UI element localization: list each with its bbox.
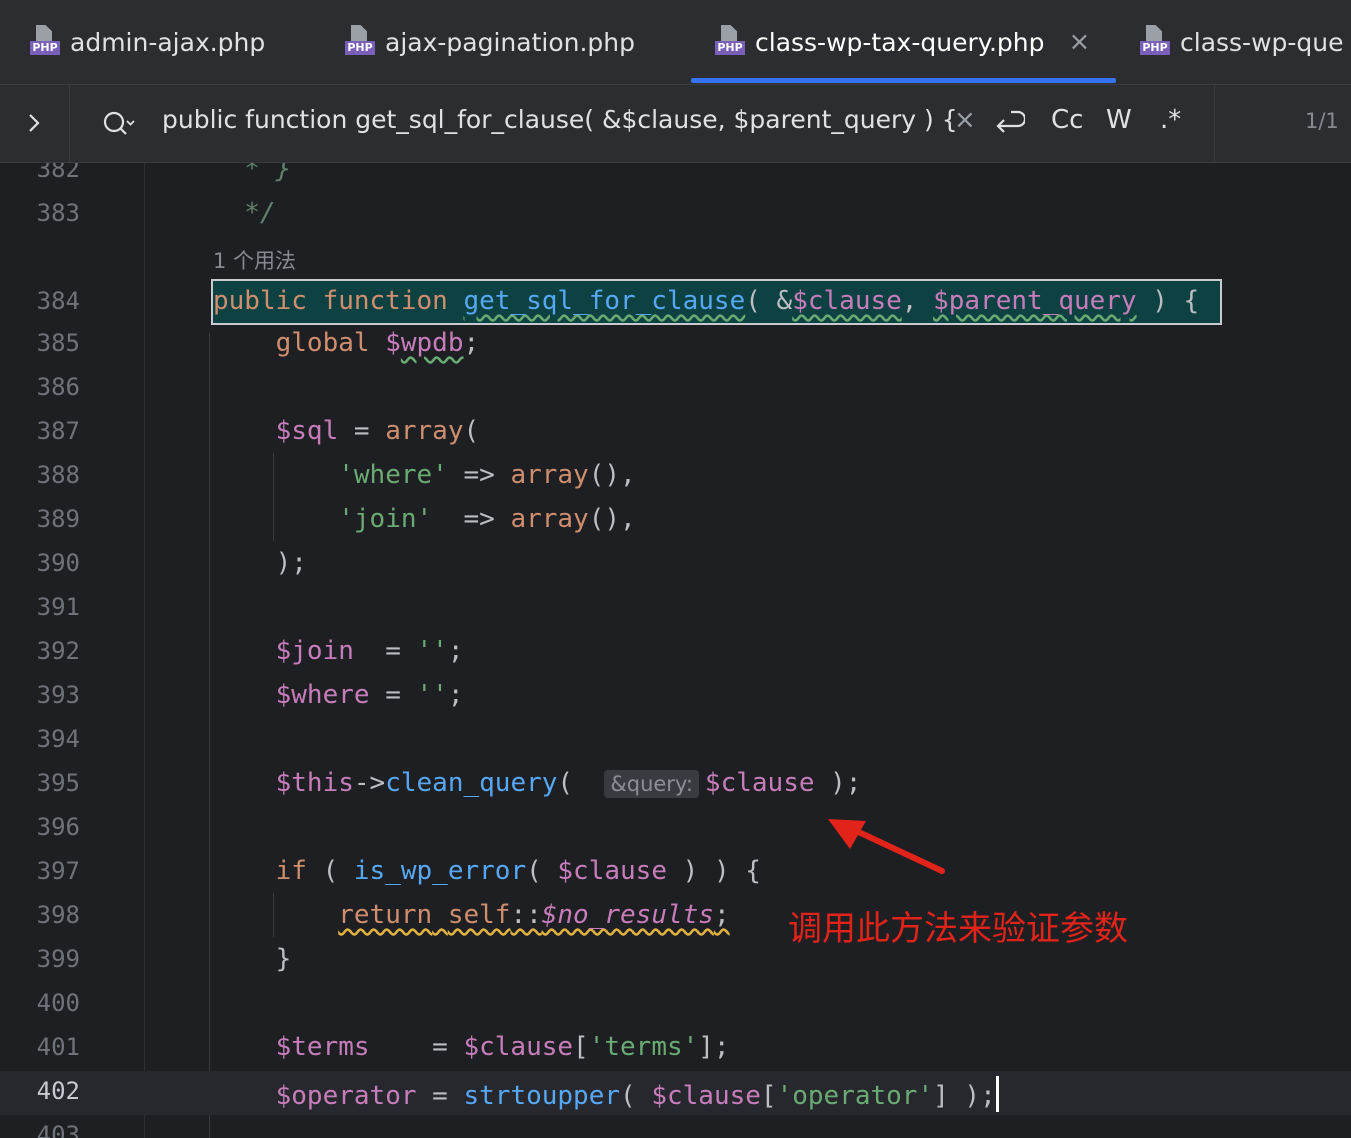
code-text: $operator = strtoupper( $clause['operato… [213,1076,999,1112]
code-line[interactable]: 391 [0,587,1351,631]
usage-hint-line[interactable]: 1 个用法 [0,237,1351,281]
code-text: $this->clean_query( &query: $clause ); [275,768,862,798]
tab-admin-ajax[interactable]: PHP admin-ajax.php [30,0,265,84]
usage-hint[interactable]: 1 个用法 [213,245,296,275]
code-line[interactable]: 392 $join = ''; [0,631,1351,675]
code-text: public function get_sql_for_clause( &$cl… [213,286,1200,316]
match-case-button[interactable]: Cc [1051,105,1083,135]
line-number: 385 [36,329,80,357]
line-number: 382 [36,163,80,183]
code-line[interactable]: 399 } [0,939,1351,983]
code-text: if ( is_wp_error( $clause ) ) { [275,856,761,886]
code-text: 'where' => array(), [338,460,636,490]
line-number: 400 [36,989,80,1017]
annotation-arrow-icon [828,819,945,874]
line-number: 401 [36,1033,80,1061]
tab-label: admin-ajax.php [70,27,266,57]
tab-class-wp-query[interactable]: PHP class-wp-que [1140,0,1344,84]
code-line[interactable]: 401 $terms = $clause['terms']; [0,1027,1351,1071]
code-text: ); [213,548,307,578]
code-text: $sql = array( [275,416,480,446]
close-icon[interactable]: × [1069,27,1091,57]
line-number: 398 [36,901,80,929]
line-number: 399 [36,945,80,973]
code-line[interactable]: 390 ); [0,543,1351,587]
line-number: 384 [36,287,80,315]
tab-label: ajax-pagination.php [385,27,635,57]
php-file-icon: PHP [1140,25,1172,59]
line-number: 402 [36,1077,80,1105]
code-line[interactable]: 387 $sql = array( [0,411,1351,455]
code-text: $terms = $clause['terms']; [275,1032,730,1062]
line-number: 396 [36,813,80,841]
newline-icon[interactable] [993,105,1027,144]
search-icon[interactable] [100,107,140,141]
divider [1214,85,1215,162]
tab-label: class-wp-que [1180,27,1344,57]
code-editor[interactable]: 382 * } 383 */ 1 个用法 384 public function… [0,163,1351,1138]
tab-class-wp-tax-query[interactable]: PHP class-wp-tax-query.php × [715,0,1090,84]
line-number: 403 [36,1121,80,1138]
annotation-text: 调用此方法来验证参数 [788,909,1128,949]
code-line[interactable]: 397 if ( is_wp_error( $clause ) ) { [0,851,1351,895]
code-text: return self::$no_results; [338,900,730,930]
parameter-hint: &query: [604,770,699,798]
code-line[interactable]: 394 [0,719,1351,763]
search-input[interactable]: public function get_sql_for_clause( &$cl… [162,105,958,134]
editor-tab-bar: PHP admin-ajax.php PHP ajax-pagination.p… [0,0,1351,85]
code-text: */ [213,198,276,228]
line-number: 394 [36,725,80,753]
line-number: 389 [36,505,80,533]
code-text: 'join' => array(), [338,504,636,534]
whole-words-button[interactable]: W [1106,105,1132,135]
code-text: } [213,944,292,974]
tab-label: class-wp-tax-query.php [755,27,1045,57]
line-number: 395 [36,769,80,797]
regex-button[interactable]: .* [1160,105,1181,135]
code-line[interactable]: 386 [0,367,1351,411]
code-line[interactable]: 385 global $wpdb; [0,323,1351,367]
line-number: 388 [36,461,80,489]
line-number: 383 [36,199,80,227]
code-text: $where = ''; [275,680,464,710]
line-number: 386 [36,373,80,401]
code-line[interactable]: 398 return self::$no_results; [0,895,1351,939]
line-number: 391 [36,593,80,621]
code-line[interactable]: 389 'join' => array(), [0,499,1351,543]
code-text: * } [213,163,292,184]
code-line[interactable]: 388 'where' => array(), [0,455,1351,499]
code-line[interactable]: 395 $this->clean_query( &query: $clause )… [0,763,1351,807]
php-file-icon: PHP [30,25,62,59]
line-number: 393 [36,681,80,709]
find-bar: public function get_sql_for_clause( &$cl… [0,85,1351,163]
code-text: $join = ''; [275,636,464,666]
code-line[interactable]: 393 $where = ''; [0,675,1351,719]
text-caret [995,1076,999,1112]
code-line[interactable]: 400 [0,983,1351,1027]
line-number: 387 [36,417,80,445]
code-line[interactable]: 396 [0,807,1351,851]
line-number: 390 [36,549,80,577]
divider [69,85,70,162]
line-number: 392 [36,637,80,665]
code-line[interactable]: 403 [0,1115,1351,1138]
active-tab-indicator [691,78,1116,83]
php-file-icon: PHP [715,25,747,59]
code-line[interactable]: 384 public function get_sql_for_clause( … [0,279,1351,325]
match-count: 1/1 [1305,109,1339,133]
code-line[interactable]: 383 */ [0,193,1351,237]
clear-search-button[interactable]: × [954,105,976,135]
php-file-icon: PHP [345,25,377,59]
chevron-right-icon[interactable] [22,105,52,141]
code-line-current[interactable]: 402 $operator = strtoupper( $clause['ope… [0,1071,1351,1115]
code-line[interactable]: 382 * } [0,163,1351,193]
code-text: global $wpdb; [275,328,480,358]
tab-ajax-pagination[interactable]: PHP ajax-pagination.php [345,0,635,84]
line-number: 397 [36,857,80,885]
